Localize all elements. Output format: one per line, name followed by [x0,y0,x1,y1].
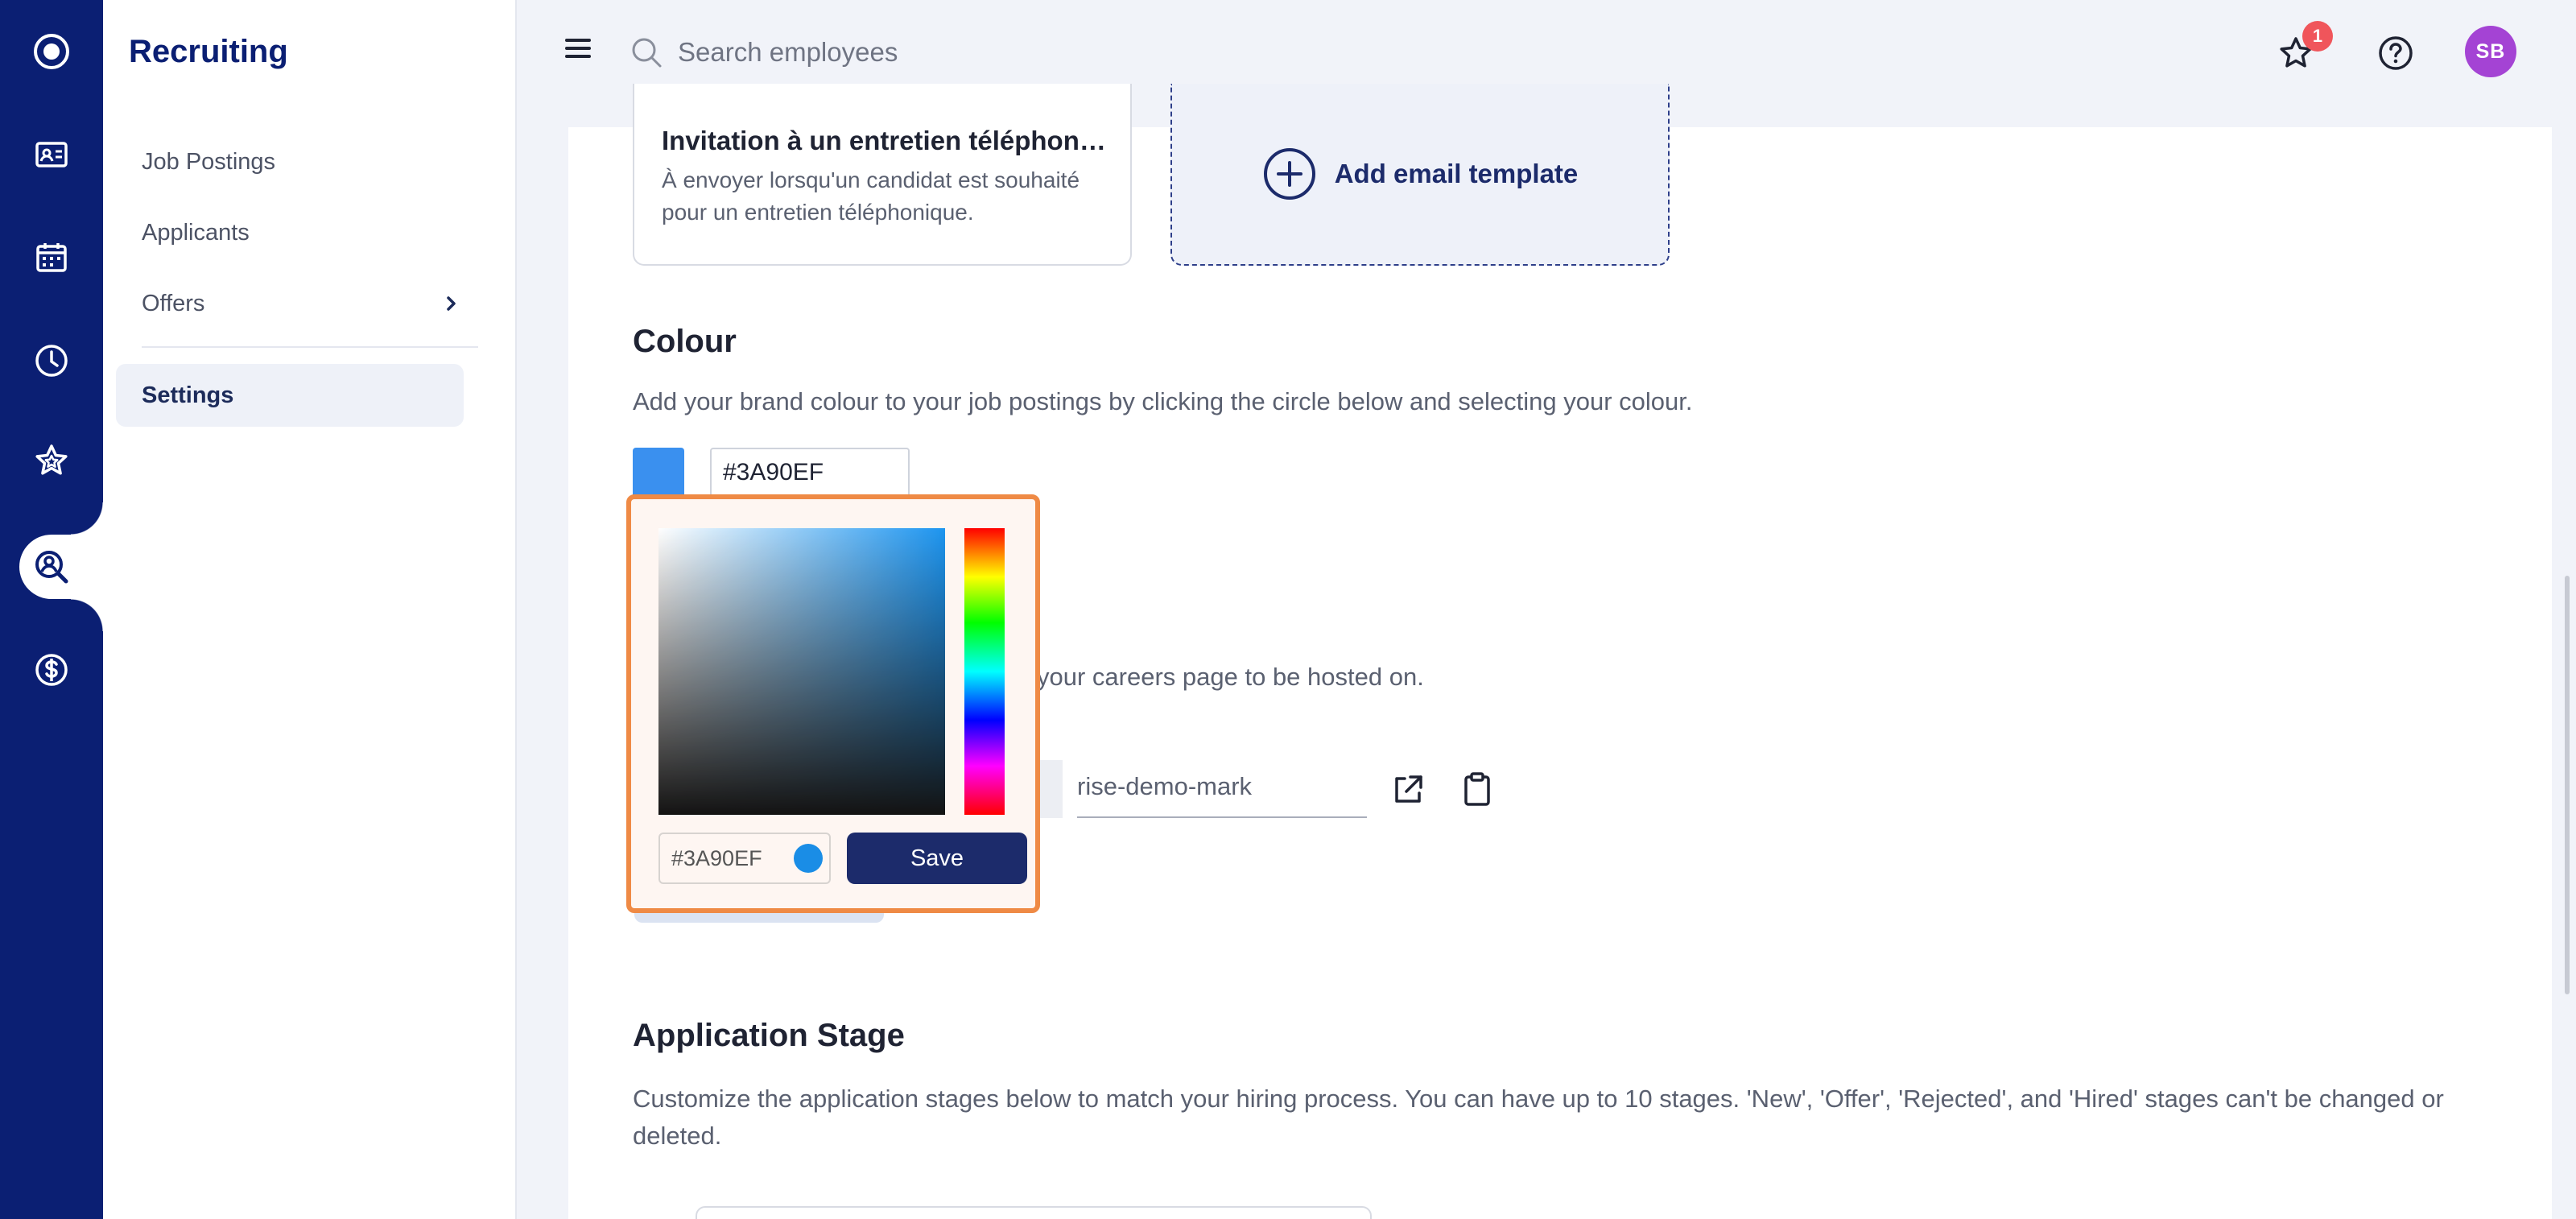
subnav-item-job-postings[interactable]: Job Postings [116,130,464,193]
colour-hex-field[interactable]: #3A90EF [710,448,910,501]
subnav-divider [142,346,478,348]
subnav-item-label: Applicants [142,219,250,246]
subnav-item-settings[interactable]: Settings [116,364,464,427]
save-button[interactable]: Save [847,833,1027,884]
plus-circle-icon [1263,148,1315,200]
chevron-right-icon [447,296,456,311]
help-icon[interactable] [2373,31,2418,76]
application-stage-description: Customize the application stages below t… [633,1085,2444,1150]
colour-heading: Colour [633,324,737,359]
subnav-item-label: Settings [142,382,234,408]
careers-slug-input[interactable] [1077,757,1367,818]
avatar[interactable]: SB [2465,26,2516,77]
subnav-item-label: Offers [142,290,205,316]
subnav-item-applicants[interactable]: Applicants [116,201,464,264]
picker-colour-preview [794,844,823,873]
email-template-card[interactable]: Invitation à un entretien téléphonique À… [633,84,1132,266]
section-title: Recruiting [129,34,288,69]
id-card-icon[interactable] [0,122,103,187]
recruiting-subnav: Recruiting Job Postings Applicants Offer… [103,0,517,1219]
add-email-template-button[interactable]: Add email template [1170,84,1670,266]
careers-page-description: your careers page to be hosted on. [1037,663,1424,691]
colour-description: Add your brand colour to your job postin… [633,387,1693,415]
dollar-icon[interactable] [0,638,103,702]
subnav-item-offers[interactable]: Offers [116,272,464,335]
app-rail [0,0,103,1219]
email-template-title: Invitation à un entretien téléphonique [662,126,1113,155]
subnav-item-label: Job Postings [142,148,276,175]
application-stage-heading: Application Stage [633,1018,905,1053]
notification-badge: 1 [2302,21,2333,52]
colour-picker-popover: Save [626,494,1040,913]
search-input[interactable] [678,29,1402,76]
add-email-template-label: Add email template [1334,159,1579,188]
saturation-value-area[interactable] [658,528,945,815]
calendar-icon[interactable] [0,225,103,290]
email-template-description: À envoyer lorsqu'un candidat est souhait… [662,167,1080,225]
scrollbar[interactable] [2565,576,2570,994]
external-link-icon[interactable] [1388,770,1428,810]
search-icon [632,38,662,68]
logo-icon[interactable] [0,19,103,84]
star-icon[interactable] [0,428,103,493]
clipboard-icon[interactable] [1457,770,1497,810]
stage-item[interactable] [696,1206,1372,1219]
menu-icon[interactable] [562,32,594,64]
search-person-icon[interactable] [19,502,103,631]
colour-swatch[interactable] [633,448,684,499]
clock-icon[interactable] [0,329,103,393]
hue-slider[interactable] [964,528,1005,815]
